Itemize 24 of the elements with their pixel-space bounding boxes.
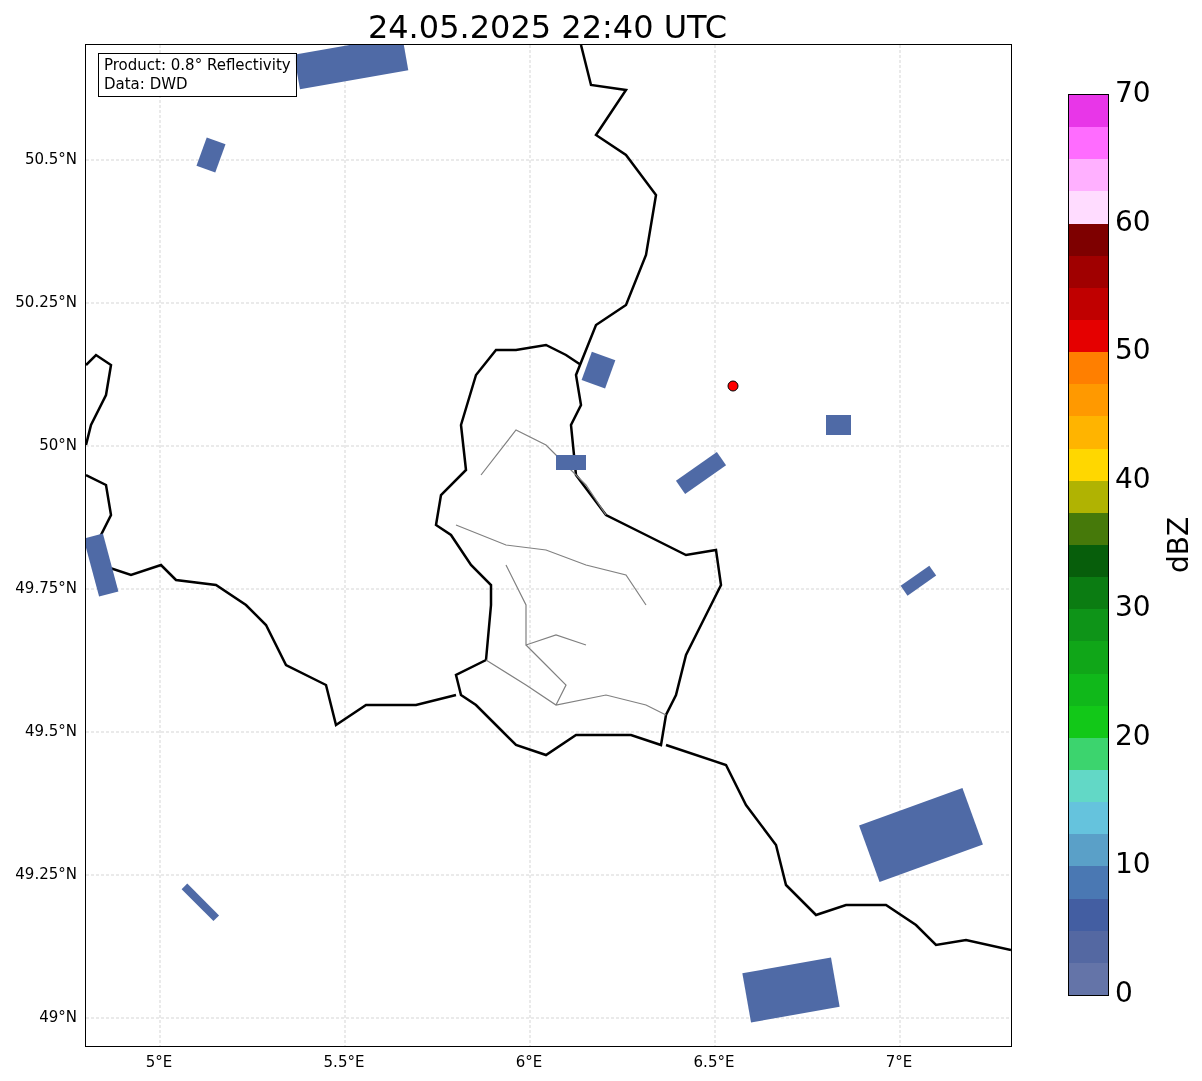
colorbar-tick-label: 60 bbox=[1115, 207, 1151, 236]
latitude-label: 50°N bbox=[39, 438, 77, 453]
longitude-label: 5°E bbox=[144, 1055, 174, 1070]
latitude-label: 49.5°N bbox=[24, 724, 77, 739]
colorbar-tick-label: 10 bbox=[1115, 850, 1151, 879]
colorbar-tick-label: 20 bbox=[1115, 721, 1151, 750]
info-text: Data: DWD bbox=[104, 75, 189, 94]
latitude-label: 49°N bbox=[39, 1010, 77, 1025]
longitude-label: 6.5°E bbox=[692, 1055, 736, 1070]
colorbar-label: dBZ bbox=[1161, 516, 1196, 574]
latitude-label: 50.25°N bbox=[15, 295, 77, 310]
colorbar-tick-label: 0 bbox=[1115, 979, 1133, 1007]
longitude-label: 7°E bbox=[884, 1055, 914, 1070]
colorbar-tick-label: 70 bbox=[1115, 79, 1151, 107]
longitude-label: 6°E bbox=[514, 1055, 544, 1070]
latitude-label: 50.5°N bbox=[24, 152, 77, 167]
latitude-label: 49.75°N bbox=[15, 581, 77, 596]
longitude-label: 5.5°E bbox=[322, 1055, 366, 1070]
colorbar-tick-label: 50 bbox=[1115, 336, 1151, 365]
colorbar-tick-label: 30 bbox=[1115, 593, 1151, 622]
latitude-label: 49.25°N bbox=[15, 867, 77, 882]
colorbar-tick-label: 40 bbox=[1115, 464, 1151, 493]
info-text: Product: 0.8° Reflectivity bbox=[104, 56, 291, 75]
chart-title: 24.05.2025 22:40 UTC bbox=[367, 10, 728, 43]
